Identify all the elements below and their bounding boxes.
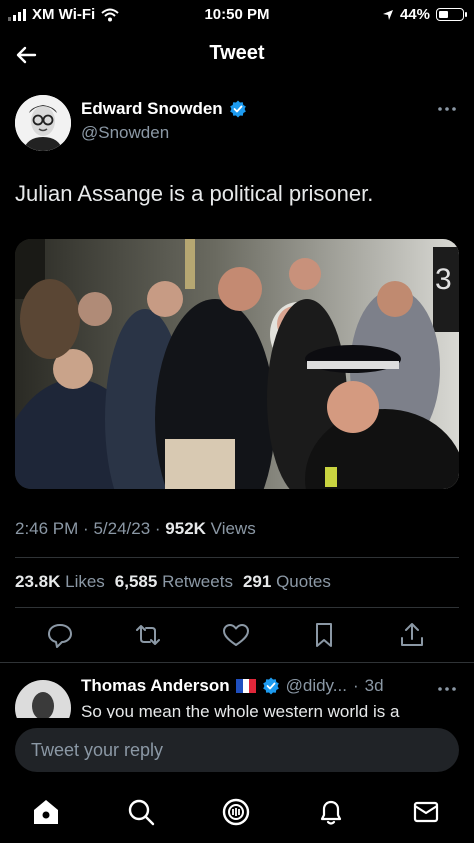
author-avatar-image <box>15 95 71 151</box>
author-avatar[interactable] <box>15 95 71 151</box>
views-count: 952K <box>165 519 206 538</box>
retweet-icon <box>136 625 160 645</box>
retweet-button[interactable] <box>133 620 163 650</box>
svg-text:3: 3 <box>435 263 452 296</box>
bookmark-icon <box>316 623 332 647</box>
divider <box>15 557 459 558</box>
bottom-area <box>0 718 474 843</box>
tweet-date: 5/24/23 <box>93 519 151 538</box>
separator: · <box>352 676 359 695</box>
reply-header: Thomas Anderson @didy... · 3d <box>81 676 384 696</box>
author-name[interactable]: Edward Snowden <box>81 99 223 119</box>
search-icon <box>128 799 155 826</box>
reply-age: 3d <box>364 676 384 695</box>
verified-badge-icon <box>229 100 246 118</box>
separator: · <box>154 519 166 538</box>
likes-count: 23.8K <box>15 572 61 591</box>
likes-label: Likes <box>65 572 105 591</box>
tab-bar <box>0 792 474 832</box>
quotes-label: Quotes <box>276 572 331 591</box>
tweet-actions <box>15 620 459 650</box>
messages-icon <box>413 801 439 823</box>
divider <box>15 607 459 608</box>
tweet-meta: 2:46 PM · 5/24/23 · 952K Views <box>15 519 256 539</box>
reply-input[interactable] <box>15 728 459 772</box>
more-icon <box>438 107 456 111</box>
retweets-stat[interactable]: 6,585 Retweets <box>115 572 233 592</box>
author-name-row: Edward Snowden <box>81 99 247 119</box>
tweet-stats: 23.8K Likes 6,585 Retweets 291 Quotes <box>15 572 331 592</box>
reply-more-button[interactable] <box>437 678 457 699</box>
tab-messages[interactable] <box>406 792 446 832</box>
spaces-icon <box>222 798 250 826</box>
tab-home[interactable] <box>26 792 66 832</box>
status-bar: XM Wi-Fi 10:50 PM 44% <box>0 0 474 30</box>
more-button[interactable] <box>437 98 457 119</box>
home-icon <box>34 800 58 824</box>
page-title: Tweet <box>209 42 265 64</box>
reply-author-handle[interactable]: @didy... <box>286 676 347 696</box>
likes-stat[interactable]: 23.8K Likes <box>15 572 105 592</box>
tweet-photo-image: 3 <box>15 239 459 489</box>
share-button[interactable] <box>397 620 427 650</box>
more-icon <box>438 687 456 691</box>
battery-icon <box>436 8 467 21</box>
status-right: 44% <box>382 6 467 23</box>
quotes-stat[interactable]: 291 Quotes <box>243 572 331 592</box>
tab-spaces[interactable] <box>216 792 256 832</box>
reply-icon <box>48 624 72 648</box>
reply-author-name[interactable]: Thomas Anderson <box>81 676 230 696</box>
like-button[interactable] <box>221 620 251 650</box>
quotes-count: 291 <box>242 572 272 591</box>
author-handle[interactable]: @Snowden <box>81 123 169 143</box>
bookmark-button[interactable] <box>309 620 339 650</box>
france-flag-icon <box>235 679 256 693</box>
retweets-label: Retweets <box>162 572 233 591</box>
tweet-photo[interactable]: 3 <box>15 239 459 489</box>
battery-percent: 44% <box>399 6 430 23</box>
notifications-icon <box>320 800 342 825</box>
tab-notifications[interactable] <box>311 792 351 832</box>
tweet-text: Julian Assange is a political prisoner. <box>15 181 374 206</box>
separator: · <box>83 519 94 538</box>
views-label: Views <box>210 519 256 538</box>
reply-button[interactable] <box>45 620 75 650</box>
verified-badge-icon <box>262 677 279 695</box>
like-icon <box>223 624 249 646</box>
location-icon <box>382 9 393 20</box>
top-nav: Tweet <box>0 30 474 80</box>
share-icon <box>401 623 423 646</box>
divider <box>0 662 474 663</box>
tweet-time: 2:46 PM <box>15 519 79 538</box>
retweets-count: 6,585 <box>114 572 158 591</box>
tab-search[interactable] <box>121 792 161 832</box>
